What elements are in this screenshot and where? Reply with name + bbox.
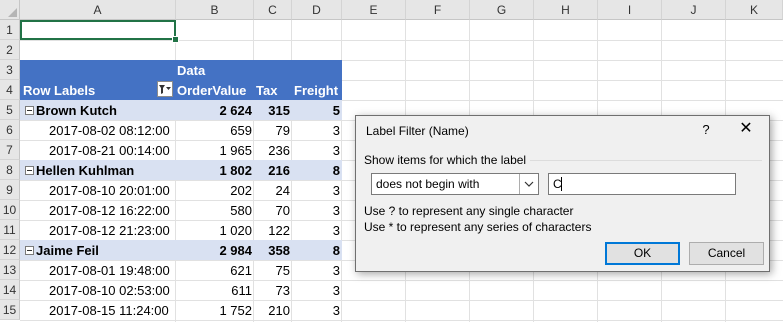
row-header-10[interactable]: 10 — [0, 200, 20, 220]
text-caret — [561, 177, 562, 191]
hint-series-chars: Use * to represent any series of charact… — [364, 220, 592, 234]
collapse-icon[interactable] — [25, 106, 34, 115]
group-freight: 5 — [332, 103, 340, 118]
group-freight: 8 — [332, 243, 340, 258]
item-label: 2017-08-12 16:22:00 — [49, 203, 170, 218]
help-button[interactable]: ? — [699, 122, 713, 137]
item-ordervalue: 621 — [230, 263, 252, 278]
item-label: 2017-08-10 20:01:00 — [49, 183, 170, 198]
group-label: Hellen Kuhlman — [36, 163, 135, 178]
group-tax: 216 — [268, 163, 290, 178]
item-label: 2017-08-10 02:53:00 — [49, 283, 170, 298]
item-ordervalue: 659 — [230, 123, 252, 138]
row-header-5[interactable]: 5 — [0, 100, 20, 120]
group-label: Brown Kutch — [36, 103, 117, 118]
row-header-4[interactable]: 4 — [0, 80, 20, 100]
column-header-i[interactable]: I — [598, 0, 662, 20]
group-label: Show items for which the label — [364, 153, 531, 167]
pivot-header-ordervalue: OrderValue — [177, 83, 247, 98]
group-ordervalue: 1 802 — [219, 163, 252, 178]
cancel-button[interactable]: Cancel — [689, 242, 764, 265]
row-header-14[interactable]: 14 — [0, 280, 20, 300]
select-all-corner[interactable] — [0, 0, 20, 20]
dialog-title: Label Filter (Name) — [366, 124, 469, 138]
item-tax: 122 — [268, 223, 290, 238]
row-header-8[interactable]: 8 — [0, 160, 20, 180]
row-header-15[interactable]: 15 — [0, 300, 20, 320]
operator-value: does not begin with — [376, 177, 480, 191]
group-label: Jaime Feil — [36, 243, 99, 258]
filter-value-input[interactable]: C — [548, 173, 736, 195]
group-ordervalue: 2 624 — [219, 103, 252, 118]
item-freight: 3 — [332, 303, 340, 318]
item-freight: 3 — [332, 123, 340, 138]
item-label: 2017-08-02 08:12:00 — [49, 123, 170, 138]
operator-dropdown[interactable]: does not begin with — [371, 173, 539, 195]
chevron-down-icon[interactable] — [519, 174, 538, 194]
column-header-k[interactable]: K — [726, 0, 783, 20]
item-label: 2017-08-15 11:24:00 — [49, 303, 169, 318]
row-header-7[interactable]: 7 — [0, 140, 20, 160]
collapse-icon[interactable] — [25, 166, 34, 175]
hint-single-char: Use ? to represent any single character — [364, 204, 574, 218]
item-ordervalue: 1 020 — [219, 223, 252, 238]
pivot-data-caption: Data — [177, 63, 206, 78]
item-tax: 73 — [275, 283, 290, 298]
item-tax: 24 — [275, 183, 290, 198]
item-freight: 3 — [332, 183, 340, 198]
item-label: 2017-08-01 19:48:00 — [49, 263, 170, 278]
label-filter-dialog: Label Filter (Name) ? ✕ Show items for w… — [355, 115, 770, 272]
column-header-a[interactable]: A — [20, 0, 176, 20]
item-tax: 210 — [268, 303, 290, 318]
column-header-b[interactable]: B — [176, 0, 254, 20]
item-ordervalue: 202 — [230, 183, 252, 198]
row-header-2[interactable]: 2 — [0, 40, 20, 60]
column-header-d[interactable]: D — [292, 0, 342, 20]
pivot-row-labels-header: Row Labels — [23, 83, 96, 98]
group-ordervalue: 2 984 — [219, 243, 252, 258]
group-tax: 358 — [268, 243, 290, 258]
group-tax: 315 — [268, 103, 290, 118]
item-freight: 3 — [332, 263, 340, 278]
row-labels-filter-button[interactable] — [157, 81, 173, 97]
fill-handle[interactable] — [172, 36, 179, 43]
item-tax: 236 — [268, 143, 290, 158]
item-tax: 70 — [275, 203, 290, 218]
item-ordervalue: 1 965 — [219, 143, 252, 158]
row-header-12[interactable]: 12 — [0, 240, 20, 260]
item-freight: 3 — [332, 223, 340, 238]
row-header-3[interactable]: 3 — [0, 60, 20, 80]
item-ordervalue: 580 — [230, 203, 252, 218]
item-tax: 79 — [275, 123, 290, 138]
item-freight: 3 — [332, 203, 340, 218]
column-header-e[interactable]: E — [342, 0, 406, 20]
active-cell-a1[interactable] — [20, 20, 176, 40]
column-header-g[interactable]: G — [470, 0, 534, 20]
row-header-11[interactable]: 11 — [0, 220, 20, 240]
group-freight: 8 — [332, 163, 340, 178]
pivot-header-freight: Freight — [294, 83, 339, 98]
collapse-icon[interactable] — [25, 246, 34, 255]
ok-button[interactable]: OK — [605, 242, 680, 265]
column-header-f[interactable]: F — [406, 0, 470, 20]
column-header-h[interactable]: H — [534, 0, 598, 20]
row-header-6[interactable]: 6 — [0, 120, 20, 140]
item-ordervalue: 611 — [231, 283, 252, 298]
row-header-1[interactable]: 1 — [0, 20, 20, 40]
item-label: 2017-08-21 00:14:00 — [49, 143, 170, 158]
filter-applied-icon — [159, 85, 171, 94]
column-header-c[interactable]: C — [254, 0, 292, 20]
item-label: 2017-08-12 21:23:00 — [49, 223, 170, 238]
item-ordervalue: 1 752 — [219, 303, 252, 318]
row-header-13[interactable]: 13 — [0, 260, 20, 280]
row-header-9[interactable]: 9 — [0, 180, 20, 200]
item-freight: 3 — [332, 143, 340, 158]
select-all-triangle-icon — [8, 8, 17, 17]
close-icon[interactable]: ✕ — [738, 121, 754, 137]
item-freight: 3 — [332, 283, 340, 298]
pivot-header-tax: Tax — [256, 83, 278, 98]
column-header-j[interactable]: J — [662, 0, 726, 20]
item-tax: 75 — [275, 263, 290, 278]
